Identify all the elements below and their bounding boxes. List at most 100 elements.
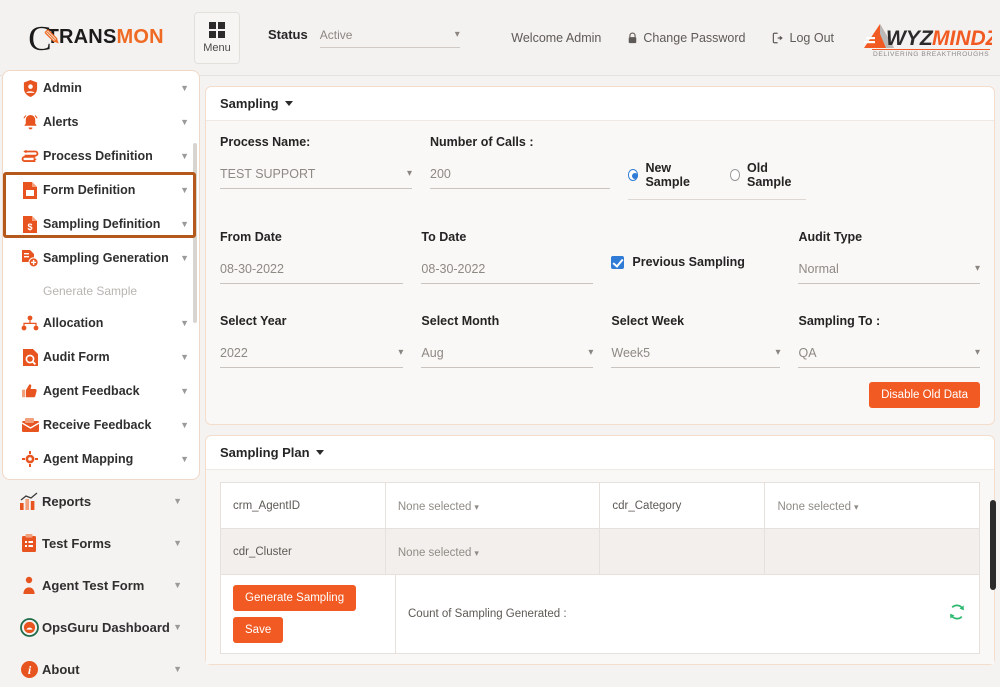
sampling-plan-body: crm_AgentID None selected ▾ cdr_Category …	[206, 470, 994, 664]
select-week-select[interactable]: Week5 ▾	[611, 346, 781, 368]
crm-agentid-multiselect[interactable]: None selected ▾	[398, 497, 548, 515]
radio-new-sample[interactable]: New Sample	[628, 161, 708, 189]
radio-dot-icon	[729, 169, 741, 181]
process-name-value: TEST SUPPORT	[220, 167, 316, 181]
sidebar-item-agent-feedback[interactable]: Agent Feedback ▼	[3, 374, 199, 408]
chevron-down-icon: ▾	[775, 347, 781, 358]
log-out-link[interactable]: Log Out	[772, 31, 834, 45]
sampling-to-select[interactable]: QA ▾	[798, 346, 980, 368]
disable-old-data-button[interactable]: Disable Old Data	[869, 382, 980, 408]
to-date-input[interactable]: 08-30-2022	[421, 262, 594, 284]
status-select[interactable]: Active ▾	[319, 28, 460, 48]
plan-action-buttons: Generate Sampling Save	[221, 575, 396, 653]
cdr-category-multiselect[interactable]: None selected ▾	[777, 497, 927, 515]
select-month-value: Aug	[421, 346, 444, 360]
select-year-select[interactable]: 2022 ▾	[220, 346, 404, 368]
sidebar-secondary-nav: Reports ▼ Test Forms ▼ Agent Test Form ▼…	[2, 480, 192, 687]
sampling-plan-title: Sampling Plan	[220, 445, 310, 460]
sampling-plan-panel: Sampling Plan crm_AgentID None selected ▾…	[205, 435, 995, 665]
sidebar-subitem-generate-sample[interactable]: Generate Sample	[3, 275, 199, 306]
previous-sampling-label: Previous Sampling	[632, 255, 745, 269]
chevron-down-icon: ▼	[180, 83, 189, 93]
to-date-field: To Date 08-30-2022	[421, 230, 611, 284]
radio-old-sample-label: Old Sample	[747, 161, 792, 189]
generate-sampling-button[interactable]: Generate Sampling	[233, 585, 357, 611]
dollar-document-icon: $	[17, 215, 43, 234]
logout-icon	[772, 32, 783, 43]
inbox-feedback-icon	[17, 417, 43, 434]
sidebar-item-receive-feedback[interactable]: Receive Feedback ▼	[3, 408, 199, 442]
sidebar-item-sampling-generation[interactable]: Sampling Generation ▼	[3, 241, 199, 275]
from-date-input[interactable]: 08-30-2022	[220, 262, 404, 284]
form-document-icon	[17, 181, 43, 200]
change-password-link[interactable]: Change Password	[627, 31, 746, 45]
sidebar-item-agent-test-form[interactable]: Agent Test Form ▼	[2, 564, 192, 606]
sample-type-underline	[628, 199, 806, 200]
count-of-sampling-label: Count of Sampling Generated :	[408, 608, 567, 620]
plan-count-area: Count of Sampling Generated :	[396, 575, 979, 653]
select-year-value: 2022	[220, 346, 248, 360]
status-label: Status	[268, 27, 308, 42]
number-of-calls-input[interactable]: 200	[430, 167, 610, 189]
sidebar-item-about[interactable]: i About ▼	[2, 648, 192, 687]
select-week-field: Select Week Week5 ▾	[611, 314, 798, 368]
sidebar-item-admin[interactable]: Admin ▼	[3, 71, 199, 105]
menu-button[interactable]: Menu	[194, 11, 240, 64]
previous-sampling-checkbox[interactable]: Previous Sampling	[611, 255, 780, 269]
multiselect-value: None selected	[397, 500, 472, 513]
sidebar-item-form-definition[interactable]: Form Definition ▼	[3, 173, 199, 207]
cdr-cluster-multiselect[interactable]: None selected ▾	[398, 543, 548, 561]
to-date-value: 08-30-2022	[421, 262, 486, 276]
multiselect-value: None selected	[777, 500, 852, 513]
sampling-panel-title: Sampling	[220, 96, 279, 111]
sampling-row-2: From Date 08-30-2022 To Date 08-30-2022	[220, 230, 980, 284]
sidebar-item-alerts[interactable]: Alerts ▼	[3, 105, 199, 139]
chevron-down-icon: ▼	[173, 622, 182, 632]
sidebar-item-reports[interactable]: Reports ▼	[2, 480, 192, 522]
info-icon: i	[16, 660, 42, 679]
chevron-down-icon: ▾	[974, 347, 980, 358]
chevron-down-icon: ▼	[180, 219, 189, 229]
audit-magnifier-icon	[17, 348, 43, 367]
sidebar-item-opsguru-dashboard[interactable]: OpsGuru Dashboard ▼	[2, 606, 192, 648]
sidebar-item-audit-form[interactable]: Audit Form ▼	[3, 340, 199, 374]
radio-new-sample-label: New Sample	[645, 161, 690, 189]
select-month-select[interactable]: Aug ▾	[421, 346, 594, 368]
status-filter: Status Active ▾	[268, 27, 460, 48]
caret-down-icon	[315, 450, 324, 455]
table-row: cdr_Cluster None selected ▾	[220, 528, 980, 575]
bar-chart-icon	[16, 492, 42, 511]
sidebar-label: Allocation	[43, 316, 104, 330]
status-selected-value: Active	[319, 28, 353, 42]
sidebar-scrollbar[interactable]	[193, 143, 197, 323]
sidebar-label: Alerts	[43, 115, 79, 129]
sampling-plan-header[interactable]: Sampling Plan	[206, 436, 994, 470]
sidebar-item-sampling-definition[interactable]: $ Sampling Definition ▼	[3, 207, 199, 241]
audit-type-value: Normal	[798, 262, 839, 276]
save-button[interactable]: Save	[233, 617, 284, 643]
radio-old-sample[interactable]: Old Sample	[729, 161, 805, 189]
page-scrollbar[interactable]	[990, 500, 996, 590]
sidebar-item-agent-mapping[interactable]: Agent Mapping ▼	[3, 442, 199, 476]
sidebar-subitem-label: Generate Sample	[43, 283, 138, 298]
plan-key-empty	[599, 528, 766, 575]
sidebar-item-allocation[interactable]: Allocation ▼	[3, 306, 199, 340]
chevron-down-icon: ▼	[180, 352, 189, 362]
chevron-down-icon: ▼	[173, 664, 182, 674]
select-week-value: Week5	[611, 346, 651, 360]
refresh-icon[interactable]	[947, 602, 967, 627]
audit-type-select[interactable]: Normal ▾	[798, 262, 980, 284]
sidebar-nav: Admin ▼ Alerts ▼ Process Definition ▼ Fo…	[2, 70, 200, 480]
hierarchy-icon	[17, 315, 43, 332]
chevron-down-icon: ▼	[180, 185, 189, 195]
process-name-select[interactable]: TEST SUPPORT ▾	[220, 167, 412, 189]
sampling-actions: Disable Old Data	[220, 382, 980, 408]
sidebar-item-process-definition[interactable]: Process Definition ▼	[3, 139, 199, 173]
dashboard-circle-icon	[16, 617, 42, 637]
app-logo[interactable]: C TRANSMON	[0, 20, 190, 56]
checkbox-checked-icon	[611, 255, 625, 269]
sampling-panel-header[interactable]: Sampling	[206, 87, 994, 121]
sidebar-item-test-forms[interactable]: Test Forms ▼	[2, 522, 192, 564]
sidebar-label: Admin	[43, 81, 82, 95]
chevron-down-icon: ▼	[173, 580, 182, 590]
